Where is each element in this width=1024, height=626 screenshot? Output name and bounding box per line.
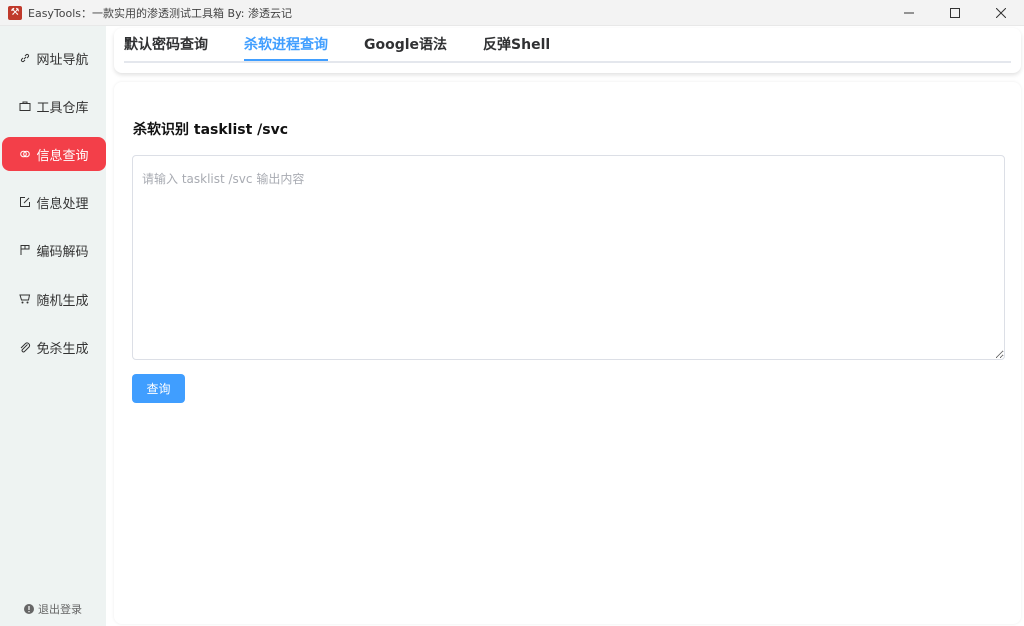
- sidebar-item-encode-decode[interactable]: 编码解码: [2, 233, 106, 267]
- sidebar-item-info-query[interactable]: 信息查询: [2, 137, 106, 171]
- sidebar-item-tool-repo[interactable]: 工具仓库: [2, 89, 106, 123]
- app-logo-icon: ⚒: [8, 5, 22, 20]
- logout-label: 退出登录: [38, 603, 82, 616]
- sidebar-item-label: 网址导航: [36, 52, 89, 68]
- sidebar-item-label: 信息查询: [36, 148, 89, 164]
- sidebar-item-label: 随机生成: [36, 293, 89, 309]
- briefcase-icon: [19, 100, 31, 112]
- sidebar: 网址导航 工具仓库 信息查询 信息处理 编码解码 随机生成 免杀生成 退出登录: [0, 26, 106, 626]
- minimize-button[interactable]: [886, 0, 932, 26]
- tab-reverse-shell[interactable]: 反弹Shell: [483, 28, 550, 61]
- query-button[interactable]: 查询: [132, 374, 185, 403]
- cart-icon: [19, 293, 31, 305]
- flag-icon: [19, 244, 31, 256]
- window-title: EasyTools：一款实用的渗透测试工具箱 By: 渗透云记: [28, 6, 292, 20]
- close-icon: [996, 8, 1006, 18]
- chain-icon: [19, 148, 31, 160]
- sidebar-item-av-evasion[interactable]: 免杀生成: [2, 330, 106, 364]
- minimize-icon: [904, 12, 914, 14]
- tabs-bar: 默认密码查询 杀软进程查询 Google语法 反弹Shell: [114, 28, 1021, 73]
- title-bar: ⚒ EasyTools：一款实用的渗透测试工具箱 By: 渗透云记: [0, 0, 1024, 26]
- sidebar-item-website-nav[interactable]: 网址导航: [2, 41, 106, 75]
- paperclip-icon: [19, 341, 31, 353]
- window-controls: [886, 0, 1024, 26]
- sidebar-item-label: 免杀生成: [36, 341, 89, 357]
- info-icon: [24, 604, 34, 614]
- tab-default-password[interactable]: 默认密码查询: [124, 28, 208, 61]
- tabs-divider: [124, 61, 1011, 63]
- edit-icon: [19, 196, 31, 208]
- sidebar-item-label: 信息处理: [36, 196, 89, 212]
- tab-google-syntax[interactable]: Google语法: [364, 28, 447, 61]
- tasklist-input[interactable]: [132, 155, 1005, 360]
- sidebar-item-label: 编码解码: [36, 244, 89, 260]
- link-icon: [19, 52, 31, 64]
- main-panel: 杀软识别 tasklist /svc 查询: [114, 82, 1021, 624]
- section-title: 杀软识别 tasklist /svc: [133, 122, 289, 138]
- maximize-button[interactable]: [932, 0, 978, 26]
- sidebar-item-info-process[interactable]: 信息处理: [2, 185, 106, 219]
- maximize-icon: [950, 8, 960, 18]
- sidebar-item-random-gen[interactable]: 随机生成: [2, 282, 106, 316]
- logout-button[interactable]: 退出登录: [0, 601, 106, 617]
- sidebar-item-label: 工具仓库: [36, 100, 89, 116]
- close-button[interactable]: [978, 0, 1024, 26]
- tab-av-process[interactable]: 杀软进程查询: [244, 28, 328, 61]
